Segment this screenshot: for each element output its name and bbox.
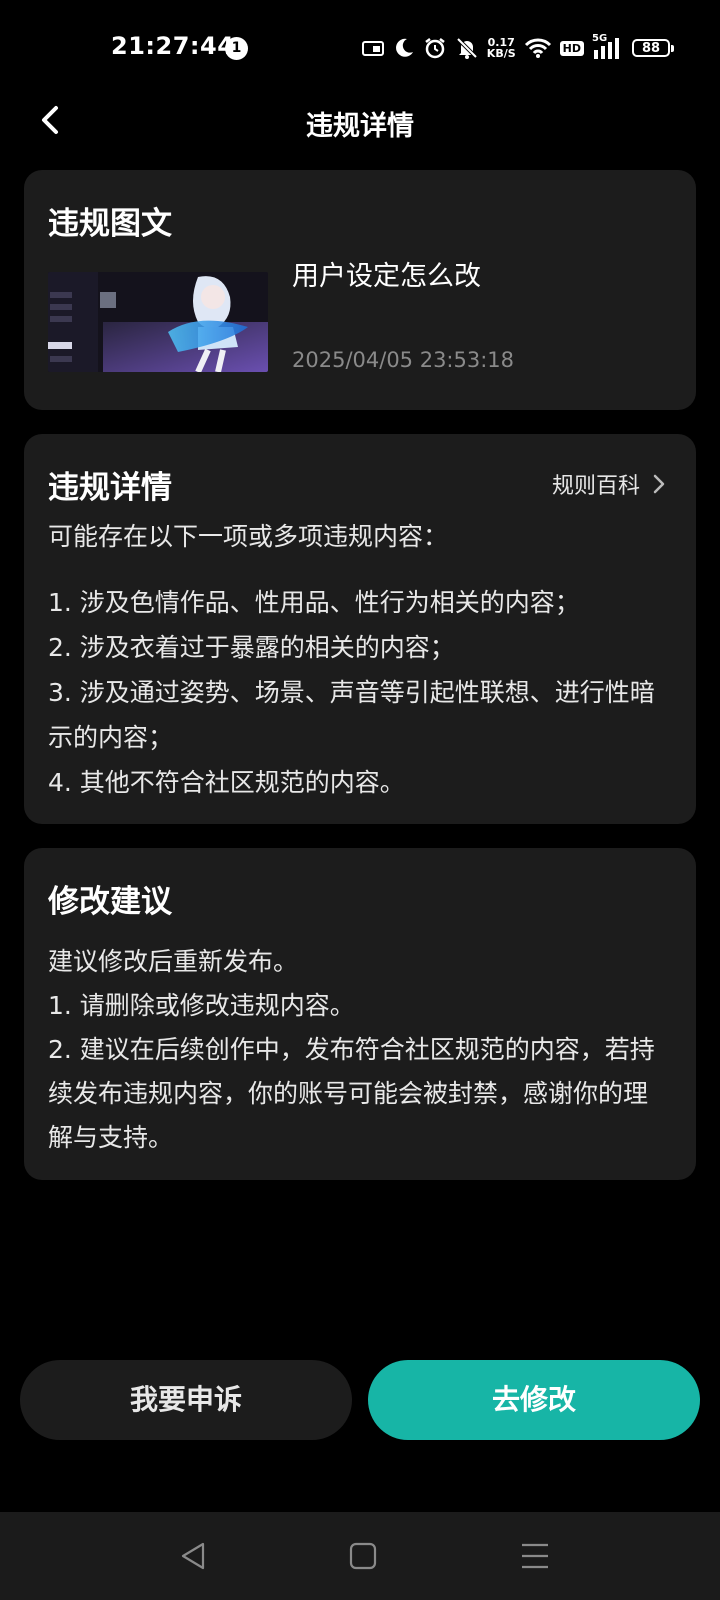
violation-details-card: 违规详情 规则百科 可能存在以下一项或多项违规内容： 1. 涉及色情作品、性用品… — [24, 434, 696, 824]
page-title: 违规详情 — [306, 111, 414, 142]
violation-list: 1. 涉及色情作品、性用品、性行为相关的内容； 2. 涉及衣着过于暴露的相关的内… — [48, 580, 670, 805]
top-bar: 违规详情 — [0, 96, 720, 146]
list-item: 2. 涉及衣着过于暴露的相关的内容； — [48, 633, 455, 662]
suggestions-section-title: 修改建议 — [48, 884, 172, 920]
list-item: 1. 请删除或修改违规内容。 — [48, 991, 355, 1020]
appeal-button[interactable]: 我要申诉 — [20, 1360, 352, 1440]
status-icons: 0.17 KB/S HD 5G 88 — [361, 30, 674, 66]
chevron-right-icon — [653, 474, 665, 494]
suggestions-text: 建议修改后重新发布。 1. 请删除或修改违规内容。 2. 建议在后续创作中，发布… — [48, 940, 670, 1160]
wifi-icon — [524, 38, 551, 58]
battery-indicator: 88 — [632, 39, 674, 57]
rules-link-label: 规则百科 — [551, 474, 640, 499]
violation-post-section-title: 违规图文 — [48, 206, 172, 242]
network-speed: 0.17 KB/S — [487, 37, 516, 59]
sim-card-icon — [361, 41, 384, 56]
status-bar: 21:27:44 1 0.17 KB/S HD 5G 88 — [0, 0, 720, 96]
post-thumbnail[interactable] — [48, 272, 268, 372]
list-item: 4. 其他不符合社区规范的内容。 — [48, 768, 405, 797]
list-item: 3. 涉及通过姿势、场景、声音等引起性联想、进行性暗示的内容； — [48, 678, 655, 752]
list-item: 2. 建议在后续创作中，发布符合社区规范的内容，若持续发布违规内容，你的账号可能… — [48, 1035, 655, 1152]
post-thumbnail-image — [48, 272, 268, 372]
suggestions-card: 修改建议 建议修改后重新发布。 1. 请删除或修改违规内容。 2. 建议在后续创… — [24, 848, 696, 1180]
rules-encyclopedia-link[interactable]: 规则百科 — [552, 468, 666, 500]
moon-icon — [395, 38, 413, 57]
alarm-icon — [425, 38, 445, 59]
post-timestamp: 2025/04/05 23:53:18 — [292, 348, 515, 372]
network-speed-unit: KB/S — [486, 47, 516, 60]
mute-bell-icon — [456, 37, 478, 59]
violation-post-card: 违规图文 用户设定怎么改 2025/04/05 23:53:18 — [24, 170, 696, 410]
signal-strength-icon: 5G — [592, 33, 624, 60]
edit-button[interactable]: 去修改 — [368, 1360, 700, 1440]
violation-details-section-title: 违规详情 — [48, 470, 172, 506]
nav-menu-icon[interactable] — [518, 1540, 552, 1572]
post-title[interactable]: 用户设定怎么改 — [292, 254, 481, 293]
system-navigation-bar — [0, 1512, 720, 1600]
hd-badge: HD — [559, 40, 584, 56]
list-item: 1. 涉及色情作品、性用品、性行为相关的内容； — [48, 588, 580, 617]
nav-back-icon[interactable] — [177, 1540, 211, 1572]
notification-count-badge: 1 — [225, 37, 248, 60]
nav-home-icon[interactable] — [346, 1540, 380, 1572]
status-time: 21:27:44 — [111, 32, 235, 60]
list-item: 建议修改后重新发布。 — [48, 947, 299, 976]
violation-intro: 可能存在以下一项或多项违规内容： — [48, 522, 449, 551]
